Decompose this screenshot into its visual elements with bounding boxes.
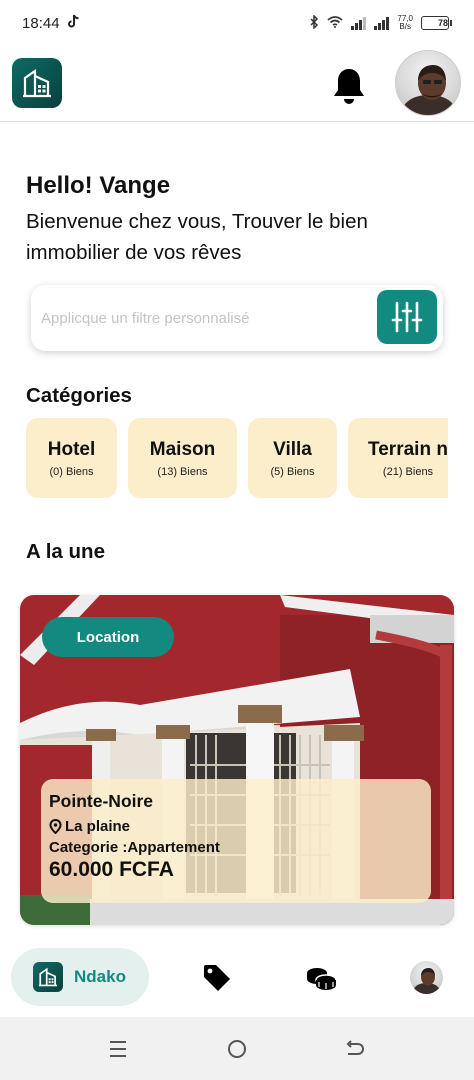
category-card[interactable]: Hotel (0) Biens xyxy=(26,418,117,498)
nav-home-label: Ndako xyxy=(74,967,126,986)
property-info-panel: Pointe-Noire La plaine Categorie :Appart… xyxy=(41,779,431,903)
profile-avatar[interactable] xyxy=(395,50,461,116)
wifi-icon xyxy=(327,15,343,31)
bell-icon[interactable] xyxy=(330,66,368,106)
listing-type-badge: Location xyxy=(42,617,174,657)
category-card[interactable]: Villa (5) Biens xyxy=(248,418,337,498)
building-logo-icon[interactable] xyxy=(12,58,62,108)
signal-icon-2 xyxy=(374,16,390,30)
tiktok-icon xyxy=(67,14,80,32)
status-bar: 18:44 77,0 B/s 78 xyxy=(0,0,474,46)
price-tag-icon[interactable] xyxy=(199,960,235,996)
category-count: (5) Biens xyxy=(270,465,315,478)
signal-icon xyxy=(351,16,367,30)
battery-level: 78 xyxy=(437,18,448,28)
network-speed: 77,0 B/s xyxy=(397,15,413,31)
featured-title: A la une xyxy=(26,540,105,563)
app-header xyxy=(0,48,474,122)
battery-icon: 78 xyxy=(421,16,452,30)
categories-title: Catégories xyxy=(26,384,132,407)
nav-profile-avatar[interactable] xyxy=(410,961,443,994)
categories-track: Hotel (0) Biens Maison (13) Biens Villa … xyxy=(26,418,448,498)
property-city: Pointe-Noire xyxy=(49,791,154,811)
category-card[interactable]: Maison (13) Biens xyxy=(128,418,237,498)
property-category: Categorie :Appartement xyxy=(49,839,220,856)
home-logo-icon xyxy=(33,962,63,992)
category-name: Hotel xyxy=(47,438,96,460)
property-location: La plaine xyxy=(49,818,423,835)
filter-button[interactable] xyxy=(377,290,437,344)
category-name: Terrain n xyxy=(368,438,448,460)
bluetooth-icon xyxy=(309,13,319,32)
home-circle-icon[interactable] xyxy=(224,1036,250,1062)
category-count: (13) Biens xyxy=(157,465,208,478)
bottom-nav: Ndako xyxy=(0,940,474,1016)
search-input[interactable] xyxy=(41,301,361,335)
sliders-icon xyxy=(391,301,423,333)
status-right: 77,0 B/s 78 xyxy=(309,13,452,32)
greeting-title: Hello! Vange xyxy=(26,172,171,199)
greeting-subtitle: Bienvenue chez vous, Trouver le bien imm… xyxy=(26,210,368,264)
nav-home-tab[interactable]: Ndako xyxy=(11,948,149,1006)
featured-property-card[interactable]: Location Pointe-Noire La plaine Categori… xyxy=(20,595,454,925)
category-count: (21) Biens xyxy=(382,465,434,478)
category-name: Villa xyxy=(273,438,312,460)
property-price: 60.000 FCFA xyxy=(49,858,174,881)
status-time: 18:44 xyxy=(22,14,60,32)
system-nav-bar xyxy=(0,1017,474,1080)
categories-list[interactable]: Hotel (0) Biens Maison (13) Biens Villa … xyxy=(26,418,448,500)
property-location-text: La plaine xyxy=(65,818,131,835)
map-pin-icon xyxy=(49,819,62,834)
category-name: Maison xyxy=(149,438,216,460)
speed-unit: B/s xyxy=(399,22,411,31)
search-bar xyxy=(31,285,443,351)
coins-icon[interactable] xyxy=(303,960,339,996)
back-icon[interactable] xyxy=(342,1036,368,1062)
category-card[interactable]: Terrain n (21) Biens xyxy=(348,418,448,498)
menu-icon[interactable] xyxy=(105,1036,131,1062)
status-left: 18:44 xyxy=(22,14,80,32)
category-count: (0) Biens xyxy=(49,465,94,478)
